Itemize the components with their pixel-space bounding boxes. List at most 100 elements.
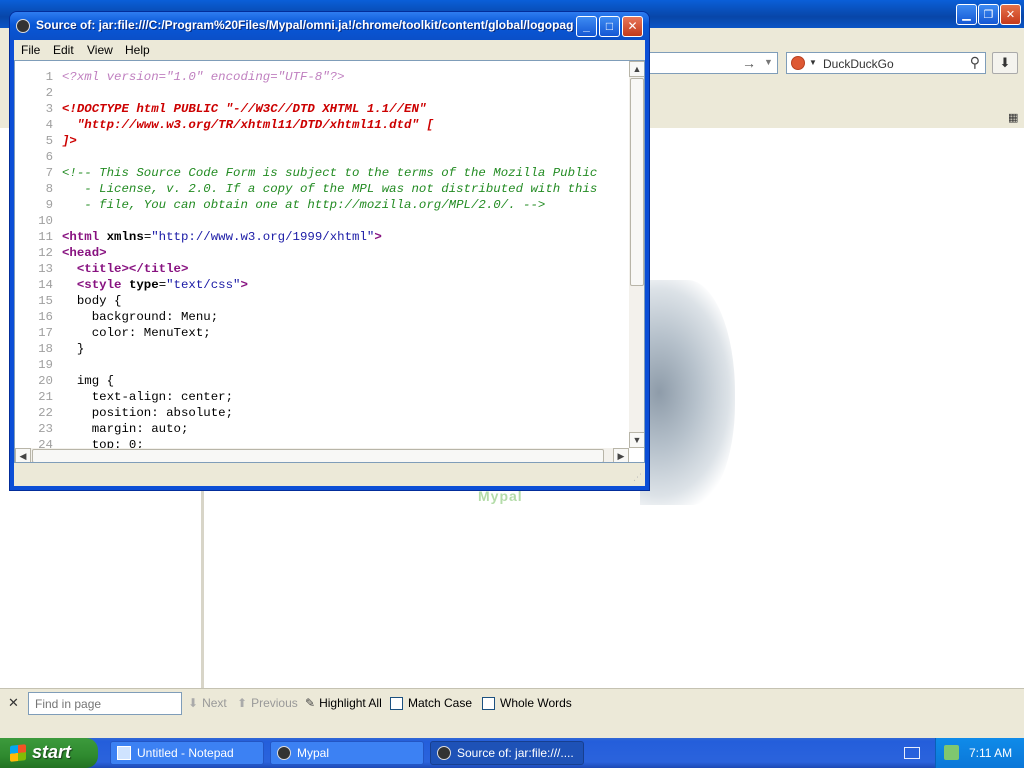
menu-file[interactable]: File — [21, 43, 40, 57]
code-text: text-align: center; — [62, 389, 233, 405]
code-token: = — [158, 278, 167, 292]
line-number: 8 — [45, 182, 53, 196]
code-token: color: MenuText; — [62, 326, 211, 340]
code-text: background: Menu; — [62, 309, 218, 325]
code-token: <!-- This Source Code Form is subject to… — [62, 166, 598, 180]
code-token: margin: auto; — [62, 422, 189, 436]
scroll-down-button[interactable]: ▼ — [629, 432, 644, 448]
find-previous-button[interactable]: ⬆ Previous — [237, 696, 298, 710]
code-token: background: Menu; — [62, 310, 219, 324]
code-text: - License, v. 2.0. If a copy of the MPL … — [62, 181, 597, 197]
code-token: <?xml version="1.0" encoding="UTF-8"?> — [62, 70, 345, 84]
code-text: <style type="text/css"> — [62, 277, 248, 293]
match-case-checkbox[interactable] — [390, 697, 403, 710]
vertical-scrollbar[interactable]: ▲ ▼ — [629, 61, 644, 448]
line-number: 2 — [45, 86, 53, 100]
window-statusbar: ⋰ — [14, 463, 645, 486]
view-source-window: Source of: jar:file:///C:/Program%20File… — [10, 12, 649, 490]
menu-bar: File Edit View Help — [14, 40, 645, 60]
clock[interactable]: 7:11 AM — [969, 746, 1012, 760]
go-arrow-icon[interactable]: → — [742, 55, 756, 71]
line-number: 4 — [45, 118, 53, 132]
highlight-all-button[interactable]: ✎ Highlight All — [305, 696, 382, 710]
code-token: "http://www.w3.org/TR/xhtml11/DTD/xhtml1… — [62, 118, 434, 132]
scroll-left-button[interactable]: ◀ — [15, 448, 31, 462]
line-number: 11 — [38, 230, 53, 244]
whole-words-label: Whole Words — [500, 696, 572, 710]
code-token: <head> — [62, 246, 107, 260]
close-button[interactable]: ✕ — [622, 16, 643, 37]
task-view-source[interactable]: Source of: jar:file:///.... — [430, 741, 584, 765]
code-token: <html — [62, 230, 107, 244]
line-number: 22 — [38, 406, 53, 420]
arrow-down-icon: ⬇ — [188, 696, 199, 710]
window-title: Source of: jar:file:///C:/Program%20File… — [36, 18, 574, 32]
network-icon[interactable] — [944, 745, 959, 760]
resize-grip-icon[interactable]: ⋰ — [633, 472, 642, 483]
scroll-up-button[interactable]: ▲ — [629, 61, 644, 77]
restore-button[interactable]: ❐ — [978, 4, 999, 25]
highlight-all-label: Highlight All — [319, 696, 382, 710]
cat-logo-text: Mypal — [478, 488, 523, 504]
line-number: 6 — [45, 150, 53, 164]
minimize-button[interactable]: ▁ — [956, 4, 977, 25]
menu-edit[interactable]: Edit — [53, 43, 74, 57]
duckduckgo-icon[interactable] — [791, 56, 805, 70]
status-bar — [0, 718, 1024, 738]
chevron-down-icon[interactable]: ▼ — [764, 57, 773, 67]
close-button[interactable]: ✕ — [1000, 4, 1021, 25]
scrollbar-thumb[interactable] — [32, 449, 604, 462]
mypal-icon — [16, 19, 30, 33]
code-text: <head> — [62, 245, 107, 261]
line-number: 18 — [38, 342, 53, 356]
find-next-button[interactable]: ⬇ Next — [188, 696, 227, 710]
menu-view[interactable]: View — [87, 43, 113, 57]
task-mypal[interactable]: Mypal — [270, 741, 424, 765]
scroll-right-button[interactable]: ▶ — [613, 448, 629, 462]
code-token: "http://www.w3.org/1999/xhtml" — [151, 230, 375, 244]
code-token: - file, You can obtain one at http://moz… — [62, 198, 546, 212]
find-input[interactable] — [28, 692, 182, 715]
maximize-button[interactable]: □ — [599, 16, 620, 37]
line-number: 1 — [45, 70, 53, 84]
line-number: 15 — [38, 294, 53, 308]
code-text: - file, You can obtain one at http://moz… — [62, 197, 545, 213]
start-label: start — [32, 742, 72, 762]
task-label: Mypal — [297, 746, 330, 760]
start-button[interactable]: start — [0, 738, 98, 768]
keyboard-icon[interactable] — [904, 747, 920, 759]
chevron-down-icon[interactable]: ▼ — [809, 58, 817, 67]
whole-words-checkbox[interactable] — [482, 697, 495, 710]
code-text: <!-- This Source Code Form is subject to… — [62, 165, 597, 181]
code-token: "text/css" — [166, 278, 241, 292]
line-number: 16 — [38, 310, 53, 324]
task-notepad[interactable]: Untitled - Notepad — [110, 741, 264, 765]
windows-logo-icon — [10, 744, 26, 762]
horizontal-scrollbar[interactable]: ◀ ▶ — [15, 448, 629, 462]
cat-logo-image — [640, 280, 735, 505]
line-number: 14 — [38, 278, 53, 292]
menu-help[interactable]: Help — [125, 43, 150, 57]
line-number: 23 — [38, 422, 53, 436]
code-token: position: absolute; — [62, 406, 234, 420]
minimize-button[interactable]: _ — [576, 16, 597, 37]
search-engine-label: DuckDuckGo — [823, 57, 894, 71]
code-text: <!DOCTYPE html PUBLIC "-//W3C//DTD XHTML… — [62, 101, 426, 117]
search-icon[interactable]: ⚲ — [970, 54, 980, 71]
code-text: body { — [62, 293, 122, 309]
window-titlebar[interactable]: Source of: jar:file:///C:/Program%20File… — [10, 12, 649, 40]
code-token: <title></title> — [76, 262, 189, 276]
scrollbar-thumb[interactable] — [630, 78, 644, 286]
line-number: 9 — [45, 198, 53, 212]
search-bar[interactable]: ▼ DuckDuckGo ⚲ — [786, 52, 986, 74]
line-number: 5 — [45, 134, 53, 148]
system-tray: 7:11 AM — [935, 738, 1024, 768]
find-previous-label: Previous — [251, 696, 298, 710]
close-icon[interactable]: ✕ — [8, 695, 19, 711]
url-bar[interactable]: → ▼ — [650, 52, 778, 74]
grid-icon[interactable]: ▦ — [1008, 111, 1018, 124]
source-view[interactable]: 1 <?xml version="1.0" encoding="UTF-8"?> 2… — [14, 60, 645, 463]
line-number: 12 — [38, 246, 53, 260]
download-button[interactable]: ⬇ — [992, 52, 1018, 74]
